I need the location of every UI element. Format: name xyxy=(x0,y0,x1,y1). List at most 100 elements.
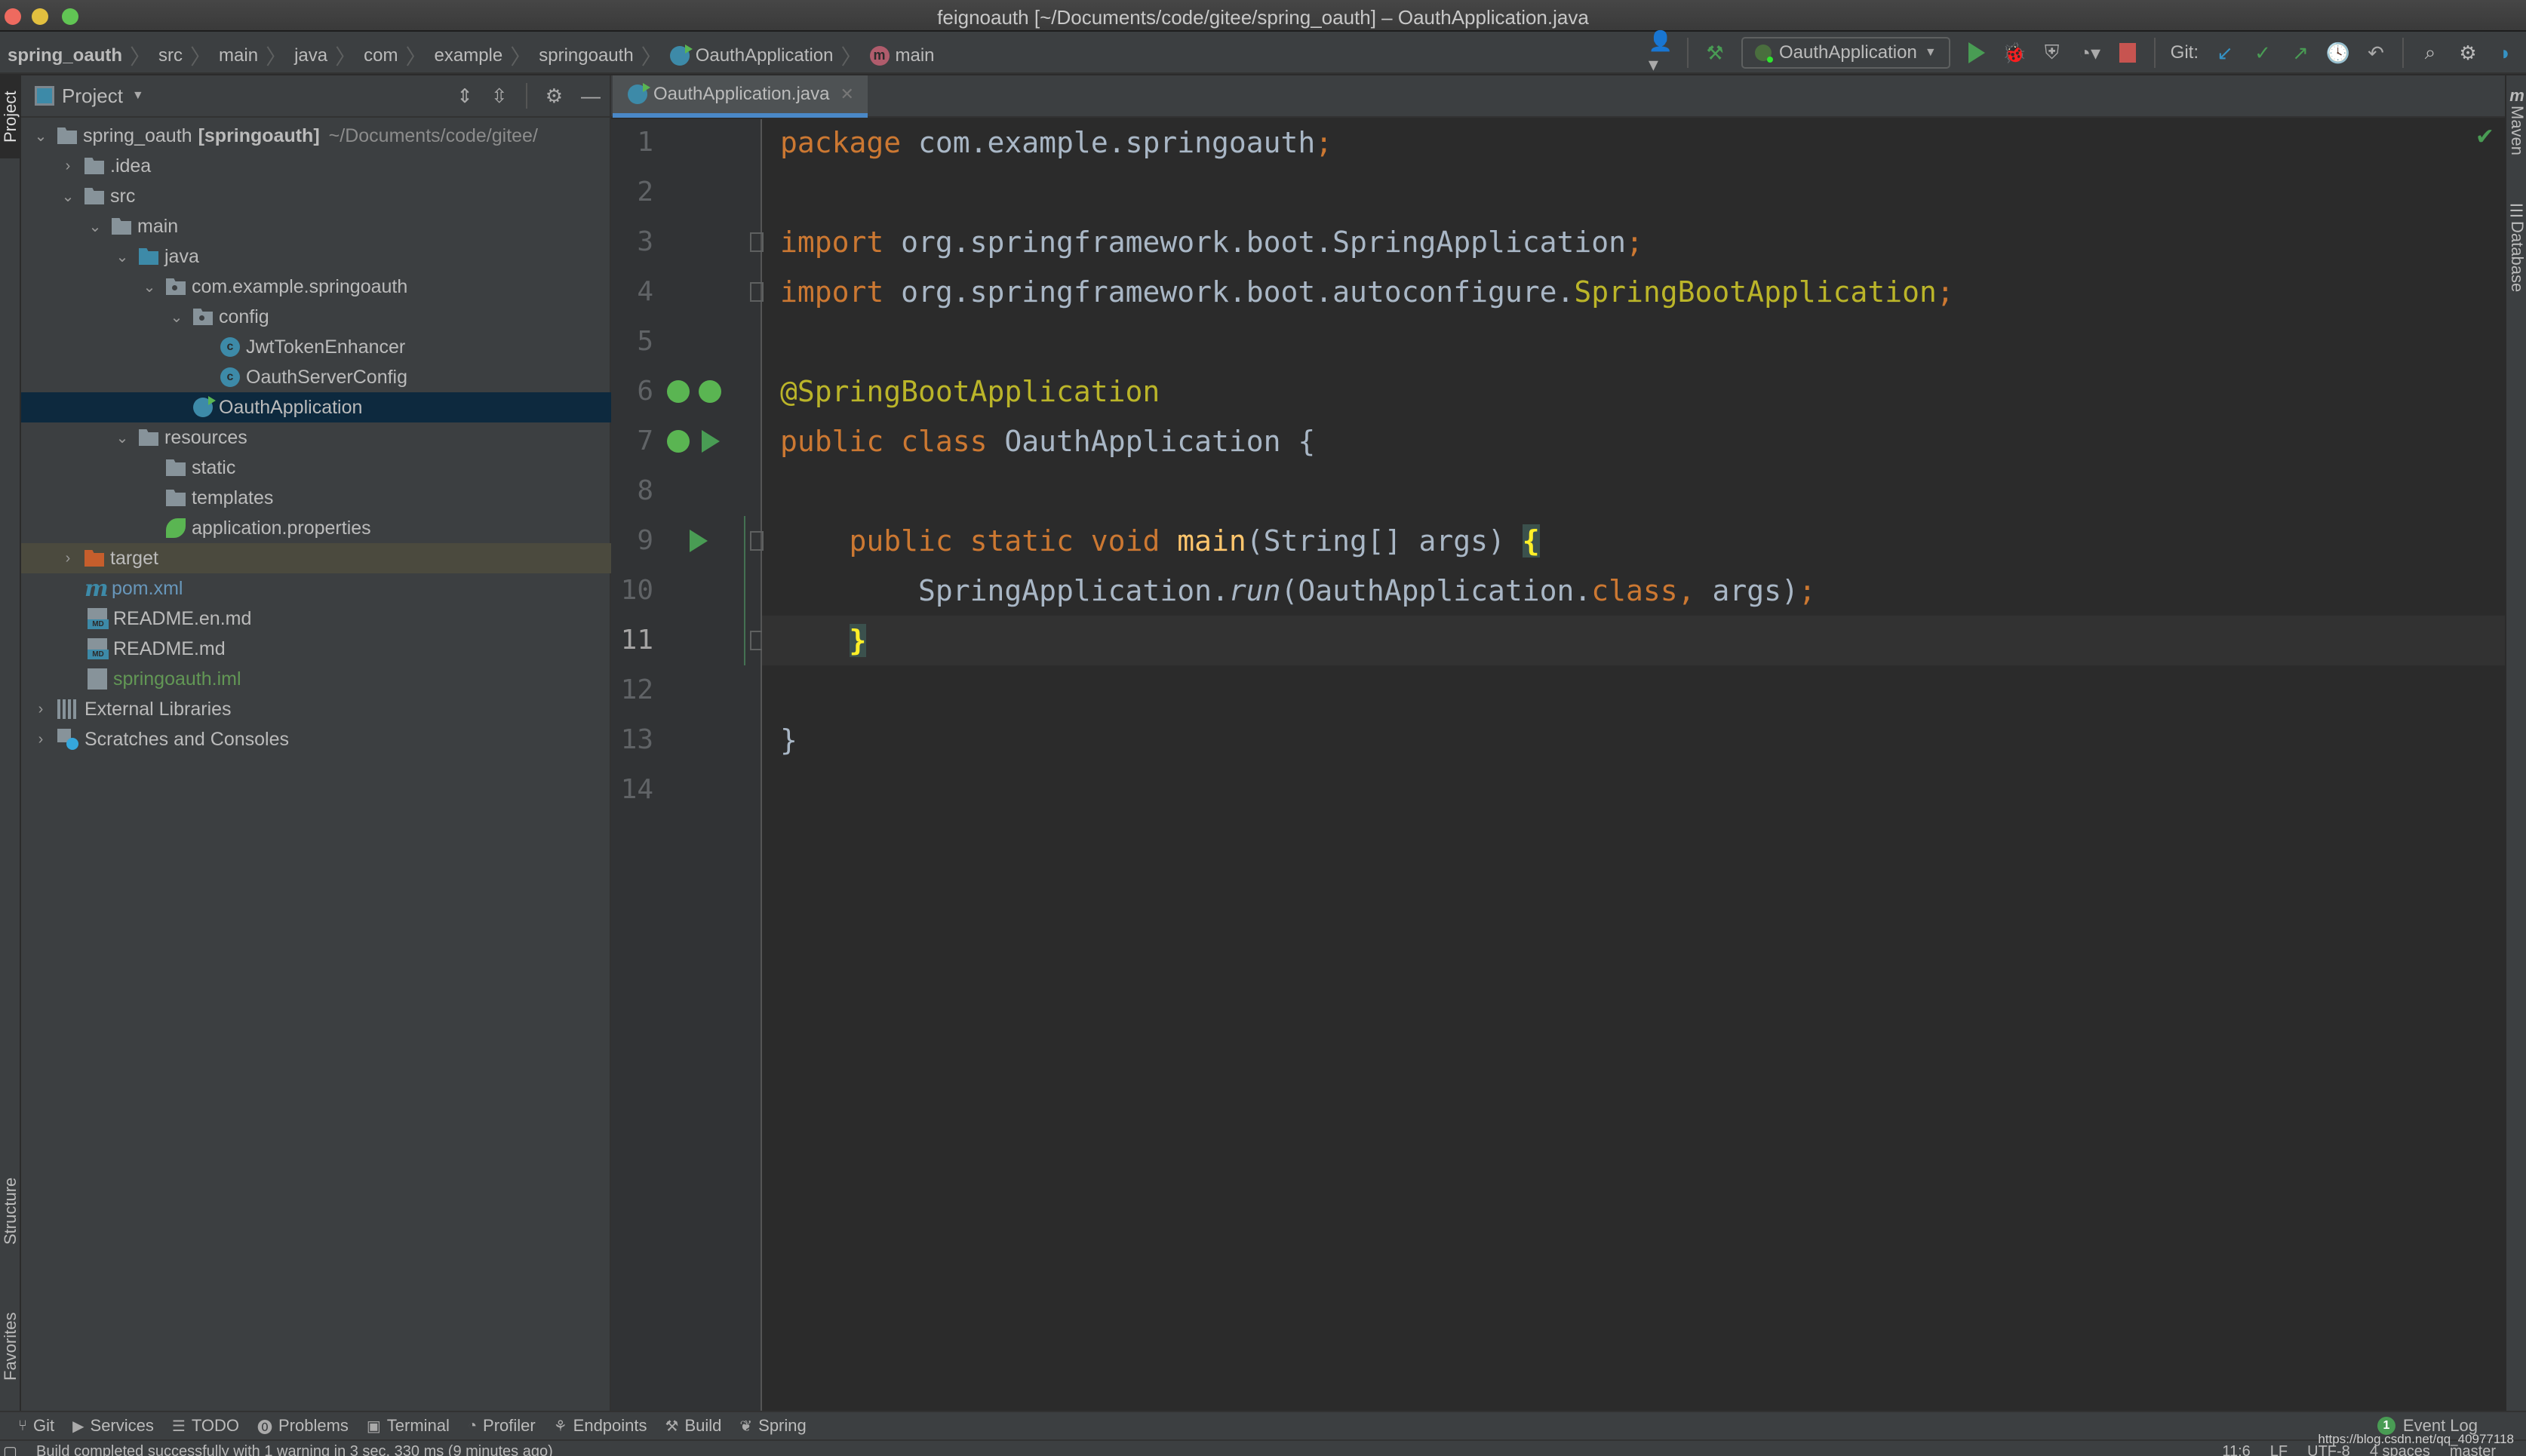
breadcrumb-item[interactable]: com xyxy=(364,45,398,66)
maven-tool-window-tab[interactable]: m Maven xyxy=(2506,86,2526,169)
run-gutter-icon[interactable] xyxy=(690,530,708,552)
search-icon[interactable]: ⌕ xyxy=(2419,41,2441,64)
tree-item[interactable]: ⌄ src xyxy=(21,181,611,211)
code-line[interactable] xyxy=(762,466,2505,516)
tree-item-selected[interactable]: OauthApplication xyxy=(21,392,611,422)
code-with-me-icon[interactable]: ◗ xyxy=(2494,41,2517,64)
run-configuration-select[interactable]: OauthApplication ▼ xyxy=(1741,37,1950,69)
problems-tool-button[interactable]: ⓿ Problems xyxy=(257,1415,349,1437)
breadcrumb-item-method[interactable]: m main xyxy=(869,45,935,66)
breadcrumb-item[interactable]: spring_oauth xyxy=(8,45,122,66)
profiler-tool-button[interactable]: ◔ Profiler xyxy=(468,1416,536,1436)
tree-item[interactable]: c OauthServerConfig xyxy=(21,362,611,392)
tree-item[interactable]: › Scratches and Consoles xyxy=(21,724,611,754)
chevron-right-icon[interactable]: › xyxy=(60,550,75,567)
caret-position[interactable]: 11:6 xyxy=(2222,1441,2250,1456)
breadcrumb-item[interactable]: src xyxy=(158,45,183,66)
tree-item[interactable]: ⌄ resources xyxy=(21,422,611,453)
chevron-down-icon[interactable]: ⌄ xyxy=(33,127,48,146)
build-hammer-icon[interactable]: ⚒ xyxy=(1704,41,1726,64)
code-line[interactable]: import org.springframework.boot.autoconf… xyxy=(762,267,2505,317)
run-with-coverage-button[interactable]: ⛨ xyxy=(2041,41,2064,64)
code-line[interactable] xyxy=(762,317,2505,367)
code-line[interactable]: } xyxy=(762,616,2505,665)
breadcrumb-item[interactable]: example xyxy=(435,45,503,66)
status-toggle-icon[interactable]: ▢ xyxy=(3,1442,17,1456)
tree-item[interactable]: MD README.en.md xyxy=(21,604,611,634)
project-view-selector[interactable]: Project xyxy=(62,84,123,108)
chevron-down-icon[interactable]: ⌄ xyxy=(115,429,130,447)
collapse-all-icon[interactable]: ⇳ xyxy=(491,84,508,108)
tree-item[interactable]: templates xyxy=(21,483,611,513)
tree-item[interactable]: c JwtTokenEnhancer xyxy=(21,332,611,362)
code-line[interactable] xyxy=(762,765,2505,815)
build-tool-button[interactable]: ⚒ Build xyxy=(665,1416,722,1436)
tree-item[interactable]: ⌄ com.example.springoauth xyxy=(21,272,611,302)
close-icon[interactable]: ✕ xyxy=(840,84,853,104)
line-separator[interactable]: LF xyxy=(2270,1441,2288,1456)
code-line[interactable]: @SpringBootApplication xyxy=(762,367,2505,416)
chevron-down-icon[interactable]: ⌄ xyxy=(115,247,130,266)
git-commit-button[interactable]: ✓ xyxy=(2251,41,2274,64)
user-icon[interactable]: 👤▾ xyxy=(1649,29,1673,75)
breadcrumb-item[interactable]: main xyxy=(219,45,258,66)
tree-item[interactable]: application.properties xyxy=(21,513,611,543)
stop-button[interactable] xyxy=(2116,41,2139,64)
status-message[interactable]: Build completed successfully with 1 warn… xyxy=(36,1441,553,1456)
hide-panel-icon[interactable]: — xyxy=(581,84,601,108)
breadcrumb-item[interactable]: springoauth xyxy=(539,45,633,66)
code-line[interactable]: SpringApplication.run(OauthApplication.c… xyxy=(762,566,2505,616)
chevron-down-icon[interactable]: ⌄ xyxy=(169,308,184,327)
tree-item[interactable]: ⌄ config xyxy=(21,302,611,332)
chevron-down-icon[interactable]: ⌄ xyxy=(142,278,157,296)
history-button[interactable]: 🕓 xyxy=(2326,41,2350,64)
tree-item[interactable]: m pom.xml xyxy=(21,573,611,604)
run-gutter-icon[interactable] xyxy=(702,430,720,453)
terminal-tool-button[interactable]: ▣ Terminal xyxy=(367,1416,450,1436)
git-push-button[interactable]: ↗ xyxy=(2289,41,2312,64)
vcs-change-marker[interactable] xyxy=(744,516,745,665)
services-tool-button[interactable]: ▶ Services xyxy=(72,1416,154,1436)
code-line[interactable]: } xyxy=(762,715,2505,765)
tree-item[interactable]: › target xyxy=(21,543,611,573)
chevron-down-icon[interactable]: ▼ xyxy=(132,89,144,103)
tree-item[interactable]: springoauth.iml xyxy=(21,664,611,694)
chevron-right-icon[interactable]: › xyxy=(33,701,48,718)
tree-item[interactable]: ⌄ main xyxy=(21,211,611,241)
chevron-right-icon[interactable]: › xyxy=(60,158,75,175)
run-button[interactable] xyxy=(1965,41,1988,64)
chevron-down-icon[interactable]: ⌄ xyxy=(88,217,103,236)
code-line[interactable]: public static void main(String[] args) { xyxy=(762,516,2505,566)
code-area[interactable]: ✔ package com.example.springoauth; import… xyxy=(762,119,2505,1411)
project-tool-window-tab[interactable]: Project xyxy=(0,75,21,158)
chevron-down-icon[interactable]: ⌄ xyxy=(60,187,75,206)
git-update-button[interactable]: ↙ xyxy=(2214,41,2236,64)
tree-item[interactable]: ⌄ spring_oauth [springoauth] ~/Documents… xyxy=(21,121,611,151)
profile-button[interactable]: ◔▾ xyxy=(2079,41,2101,64)
tree-item[interactable]: MD README.md xyxy=(21,634,611,664)
expand-all-icon[interactable]: ⇕ xyxy=(456,84,473,108)
spring-bean-check-icon[interactable] xyxy=(699,380,721,403)
code-line[interactable]: public class OauthApplication { xyxy=(762,416,2505,466)
tree-item[interactable]: ⌄ java xyxy=(21,241,611,272)
gear-icon[interactable]: ⚙ xyxy=(545,84,563,108)
breadcrumb-item-class[interactable]: OauthApplication xyxy=(669,45,833,66)
spring-tool-button[interactable]: ❦ Spring xyxy=(739,1416,806,1436)
favorites-tool-window-tab[interactable]: Favorites xyxy=(0,1290,21,1403)
spring-boot-app-icon[interactable] xyxy=(667,430,690,453)
code-line[interactable] xyxy=(762,167,2505,217)
chevron-right-icon[interactable]: › xyxy=(33,731,48,748)
endpoints-tool-button[interactable]: ⚘ Endpoints xyxy=(554,1416,647,1436)
debug-button[interactable]: 🐞 xyxy=(2002,41,2026,64)
todo-tool-button[interactable]: ☰ TODO xyxy=(172,1416,239,1436)
structure-tool-window-tab[interactable]: Structure xyxy=(0,1154,21,1267)
tree-item[interactable]: › External Libraries xyxy=(21,694,611,724)
code-line[interactable]: package com.example.springoauth; xyxy=(762,118,2505,167)
tree-item[interactable]: static xyxy=(21,453,611,483)
gear-icon[interactable]: ⚙ xyxy=(2457,41,2479,64)
breadcrumb-item[interactable]: java xyxy=(294,45,327,66)
tree-item[interactable]: › .idea xyxy=(21,151,611,181)
code-line[interactable] xyxy=(762,665,2505,715)
code-line[interactable]: import org.springframework.boot.SpringAp… xyxy=(762,217,2505,267)
rollback-button[interactable]: ↶ xyxy=(2365,41,2387,64)
